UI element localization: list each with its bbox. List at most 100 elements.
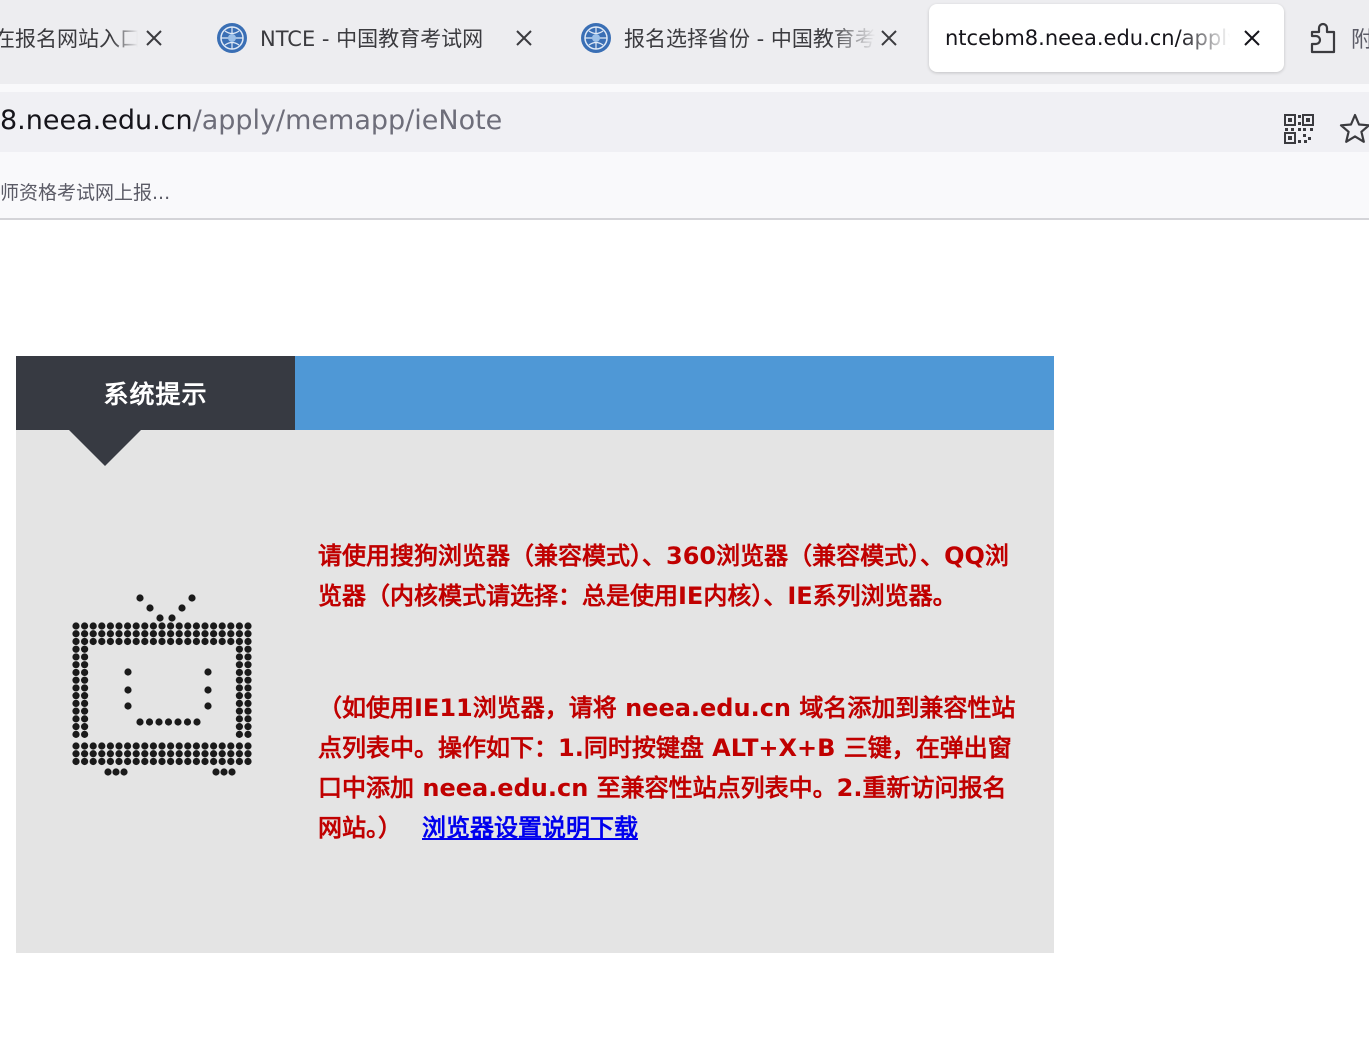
tv-dot (235, 692, 243, 700)
tv-dot (244, 622, 252, 630)
tab-select-province[interactable]: 报名选择省份 - 中国教育考 (580, 4, 910, 72)
tv-dot (183, 718, 192, 726)
tv-dot (115, 637, 123, 646)
tv-dot (192, 742, 200, 750)
tv-dot (112, 768, 120, 776)
url-text[interactable]: 8.neea.edu.cn/apply/memapp/ieNote (0, 105, 502, 136)
tv-dot (149, 750, 157, 758)
tv-dot (141, 750, 149, 758)
tv-dot (235, 707, 243, 715)
url-path: /apply/memapp/ieNote (192, 105, 503, 136)
extension-label[interactable]: 附 (1351, 22, 1369, 54)
tv-dot (106, 637, 114, 646)
tv-dot (72, 637, 80, 646)
tv-dot (98, 742, 106, 750)
close-tab-icon[interactable] (877, 26, 901, 50)
tv-dot (81, 622, 89, 630)
tab-registration-entry[interactable]: 在报名网站入口首 (0, 4, 179, 72)
tv-dot (210, 637, 218, 646)
tv-dot (141, 757, 149, 766)
tv-dot (81, 715, 89, 723)
tv-dot (167, 757, 175, 766)
tv-dot (146, 604, 154, 612)
tv-dot (132, 750, 140, 758)
tv-dot (132, 630, 140, 638)
browser-requirement-message: 请使用搜狗浏览器（兼容模式）、360浏览器（兼容模式）、QQ浏览器（内核模式请选… (318, 542, 1009, 610)
tv-dot (235, 668, 243, 677)
tv-dot (132, 622, 140, 630)
tv-dot (227, 622, 235, 630)
tv-dot (98, 622, 106, 630)
tv-dot (72, 684, 80, 692)
tv-dot (72, 707, 80, 715)
tv-dot (244, 661, 252, 669)
tv-dot (145, 718, 154, 726)
tv-dot (89, 637, 97, 646)
tv-dot (81, 723, 89, 731)
address-bar[interactable]: 8.neea.edu.cn/apply/memapp/ieNote (0, 92, 1369, 152)
tv-dot (235, 637, 243, 646)
tv-dot (175, 637, 183, 646)
bookmark-item[interactable]: 师资格考试网上报... (0, 178, 170, 205)
close-tab-icon[interactable] (512, 26, 536, 50)
tv-dot (235, 730, 243, 738)
tv-dot (124, 630, 132, 638)
tv-dot (244, 750, 252, 758)
tv-dot (132, 742, 140, 750)
tv-dot (72, 723, 80, 731)
tv-dot (72, 668, 80, 677)
tv-dot (235, 645, 243, 653)
tv-dot (244, 692, 252, 700)
tv-dot (218, 757, 226, 766)
tv-dot (235, 676, 243, 684)
tv-dot (227, 742, 235, 750)
browser-settings-download-link[interactable]: 浏览器设置说明下载 (422, 814, 638, 842)
tv-dot (201, 630, 209, 638)
neea-globe-icon (581, 23, 611, 53)
qr-code-icon[interactable] (1283, 113, 1315, 145)
extensions-puzzle-icon[interactable] (1306, 18, 1342, 58)
tv-dot (178, 604, 186, 612)
tab-ntce[interactable]: NTCE - 中国教育考试网 (216, 4, 546, 72)
tv-dot (136, 718, 144, 726)
tv-dot (244, 630, 252, 638)
notice-title: 系统提示 (16, 356, 295, 430)
bookmark-star-icon[interactable] (1338, 112, 1369, 146)
close-tab-icon[interactable] (1240, 26, 1264, 50)
tv-dot (227, 630, 235, 638)
tv-dot (220, 768, 228, 776)
tv-dot (72, 676, 80, 684)
tv-dot (244, 653, 252, 661)
tv-dot (156, 614, 164, 622)
tv-dot (204, 702, 212, 710)
neea-globe-icon (217, 23, 247, 53)
tv-dot (72, 630, 80, 638)
tv-dot (188, 594, 196, 602)
tv-dot (218, 742, 226, 750)
tv-dot (167, 637, 175, 646)
tv-dot (175, 750, 183, 758)
tv-dot (124, 757, 132, 766)
bookmarks-toolbar: 师资格考试网上报... (0, 160, 1369, 220)
tv-dot (244, 645, 252, 653)
tv-dot (201, 757, 209, 766)
tab-title: ntcebm8.neea.edu.cn/apply/ (945, 26, 1230, 50)
close-tab-icon[interactable] (142, 26, 166, 50)
tv-dot (168, 614, 176, 622)
tv-dot (81, 661, 89, 669)
tab-ie-note-active[interactable]: ntcebm8.neea.edu.cn/apply/ (929, 4, 1284, 72)
tv-dot (158, 630, 166, 638)
tv-dot (98, 630, 106, 638)
tv-dot (149, 622, 157, 630)
tv-dot (149, 742, 157, 750)
tv-dot (227, 757, 235, 766)
tv-dot (158, 757, 166, 766)
tv-dot (124, 622, 132, 630)
tv-dot (227, 637, 235, 646)
tv-dot (115, 622, 123, 630)
tv-dot (81, 730, 89, 738)
tv-dot (244, 699, 252, 707)
tv-dot (204, 668, 212, 676)
tv-dot (192, 750, 200, 758)
tv-dot (115, 630, 123, 638)
